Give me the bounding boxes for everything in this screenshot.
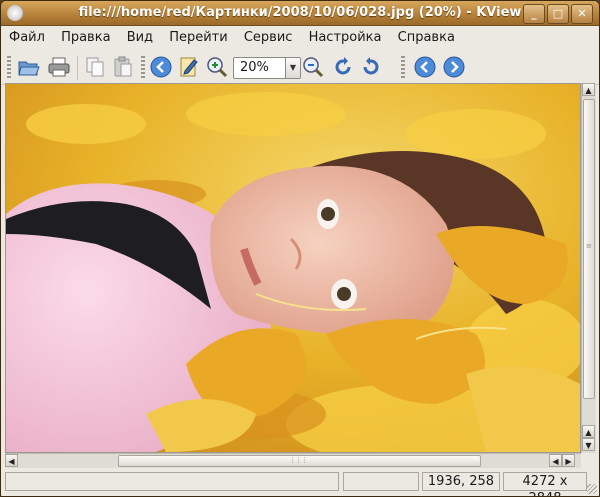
- scroll-left-button[interactable]: ◀: [5, 454, 18, 467]
- open-icon[interactable]: [17, 55, 41, 79]
- next-icon[interactable]: [442, 55, 466, 79]
- vertical-scroll-thumb[interactable]: ≡: [583, 99, 595, 399]
- scroll-down-button[interactable]: ▼: [582, 438, 595, 451]
- maximize-button[interactable]: □: [547, 4, 569, 24]
- close-button[interactable]: ✕: [571, 4, 593, 24]
- zoom-select[interactable]: 20% ▼: [233, 57, 301, 79]
- horizontal-scroll-thumb[interactable]: ⋮⋮⋮: [118, 455, 481, 467]
- minimize-button[interactable]: _: [523, 4, 545, 24]
- menu-edit[interactable]: Правка: [55, 26, 116, 48]
- rotate-right-icon[interactable]: [359, 55, 383, 79]
- print-icon[interactable]: [47, 55, 71, 79]
- rotate-left-icon[interactable]: [331, 55, 355, 79]
- toolbar-handle-2[interactable]: [141, 56, 145, 80]
- status-empty: [343, 472, 419, 491]
- photo-image: [6, 84, 580, 452]
- scroll-up-button[interactable]: ▲: [582, 83, 595, 96]
- vertical-scrollbar[interactable]: ▲ ≡ ▲ ▼: [581, 83, 596, 453]
- back-icon[interactable]: [149, 55, 173, 79]
- zoom-value: 20%: [240, 60, 269, 75]
- menu-go[interactable]: Перейти: [163, 26, 234, 48]
- status-message: [5, 472, 339, 491]
- menu-tools[interactable]: Сервис: [238, 26, 299, 48]
- menu-view[interactable]: Вид: [121, 26, 159, 48]
- menu-bar: Файл Правка Вид Перейти Сервис Настройка…: [1, 26, 599, 48]
- previous-icon[interactable]: [413, 55, 437, 79]
- scroll-up-button-bottom[interactable]: ▲: [582, 425, 595, 438]
- scroll-left-button-right[interactable]: ◀: [549, 454, 562, 467]
- edit-icon[interactable]: [177, 55, 201, 79]
- zoom-out-icon[interactable]: [301, 55, 325, 79]
- toolbar-handle-3[interactable]: [401, 56, 405, 80]
- kview-window: file:///home/red/Картинки/2008/10/06/028…: [0, 0, 600, 497]
- resize-grip[interactable]: [587, 484, 597, 494]
- horizontal-scrollbar[interactable]: ◀ ⋮⋮⋮ ◀ ▶: [5, 453, 581, 468]
- image-size: 4272 x 2848: [503, 472, 587, 496]
- toolbar-handle[interactable]: [7, 56, 11, 80]
- menu-help[interactable]: Справка: [392, 26, 461, 48]
- image-viewport[interactable]: [5, 83, 581, 453]
- title-bar[interactable]: file:///home/red/Картинки/2008/10/06/028…: [1, 1, 599, 26]
- zoom-in-icon[interactable]: [205, 55, 229, 79]
- menu-file[interactable]: Файл: [1, 26, 51, 48]
- chevron-down-icon[interactable]: ▼: [285, 58, 300, 78]
- toolbar-separator: [77, 56, 78, 80]
- scroll-right-button[interactable]: ▶: [562, 454, 575, 467]
- status-bar: 1936, 258 4272 x 2848: [1, 469, 599, 496]
- paste-icon[interactable]: [111, 55, 135, 79]
- window-title: file:///home/red/Картинки/2008/10/06/028…: [78, 5, 522, 20]
- copy-icon[interactable]: [83, 55, 107, 79]
- cursor-position: 1936, 258: [422, 472, 500, 491]
- menu-settings[interactable]: Настройка: [303, 26, 388, 48]
